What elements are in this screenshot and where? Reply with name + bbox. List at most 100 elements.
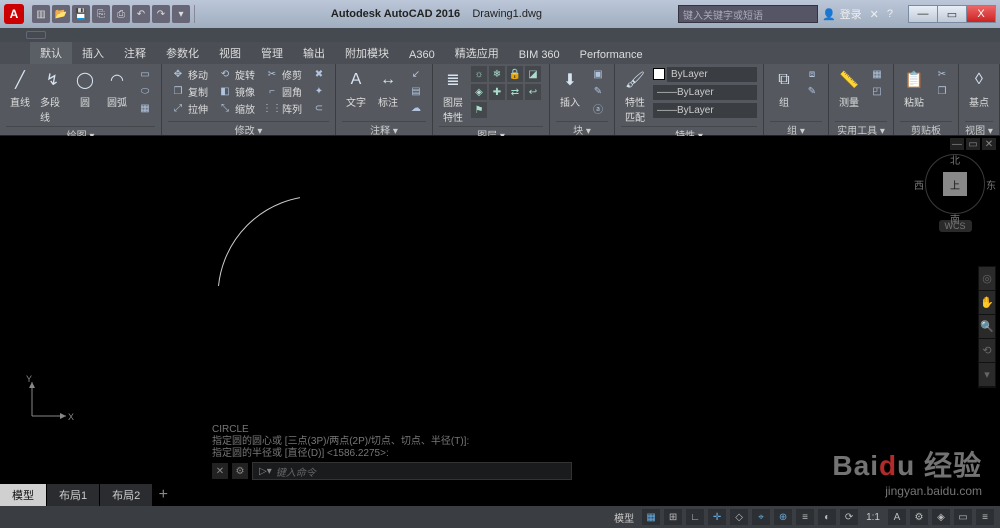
- layer-color-icon[interactable]: ◪: [525, 66, 541, 82]
- select-button[interactable]: ◰: [867, 83, 887, 99]
- doc-close-button[interactable]: ✕: [982, 138, 996, 150]
- tab-output[interactable]: 输出: [293, 42, 335, 64]
- calc-button[interactable]: ▦: [867, 66, 887, 82]
- status-grid-icon[interactable]: ▦: [642, 509, 660, 525]
- status-cycle-icon[interactable]: ⟳: [840, 509, 858, 525]
- nav-wheel-icon[interactable]: ◎: [979, 267, 995, 291]
- status-iso-icon[interactable]: ◈: [932, 509, 950, 525]
- polyline-button[interactable]: ↯多段线: [38, 66, 67, 126]
- qat-new-icon[interactable]: ▥: [32, 5, 50, 23]
- qat-open-icon[interactable]: 📂: [52, 5, 70, 23]
- tab-insert[interactable]: 插入: [72, 42, 114, 64]
- tab-manage[interactable]: 管理: [251, 42, 293, 64]
- signin-button[interactable]: 👤 登录: [822, 6, 862, 22]
- status-otrack-icon[interactable]: ⌖: [752, 509, 770, 525]
- layer-iso-icon[interactable]: ◈: [471, 84, 487, 100]
- matchprops-button[interactable]: 🖌特性 匹配: [621, 66, 649, 126]
- text-button[interactable]: A文字: [342, 66, 370, 111]
- explode-button[interactable]: ✦: [309, 83, 329, 99]
- layer-match-icon[interactable]: ⇄: [507, 84, 523, 100]
- layer-prev-icon[interactable]: ↩: [525, 84, 541, 100]
- qat-redo-icon[interactable]: ↷: [152, 5, 170, 23]
- qat-more-icon[interactable]: ▾: [172, 5, 190, 23]
- close-button[interactable]: X: [966, 5, 996, 23]
- groupedit-button[interactable]: ✎: [802, 83, 822, 99]
- qat-undo-icon[interactable]: ↶: [132, 5, 150, 23]
- status-dyn-icon[interactable]: ⊕: [774, 509, 792, 525]
- ellipse-button[interactable]: ⬭: [135, 83, 155, 99]
- arc-button[interactable]: ◠圆弧: [103, 66, 131, 111]
- command-input[interactable]: ▷▾ 键入命令: [252, 462, 572, 480]
- tab-featured[interactable]: 精选应用: [445, 42, 509, 64]
- file-menu-icon[interactable]: [26, 31, 46, 39]
- tab-a360[interactable]: A360: [399, 46, 445, 64]
- ucs-icon[interactable]: X Y: [24, 374, 74, 424]
- rotate-button[interactable]: ⟲旋转: [215, 66, 258, 82]
- viewcube-top[interactable]: 上: [943, 172, 967, 196]
- nav-show-icon[interactable]: ▾: [979, 363, 995, 387]
- lineweight-select[interactable]: —— ByLayer: [653, 85, 757, 100]
- panel-view-title[interactable]: 视图 ▾: [965, 121, 993, 135]
- layer-make-icon[interactable]: ✚: [489, 84, 505, 100]
- tab-parametric[interactable]: 参数化: [156, 42, 209, 64]
- layer-state-icon[interactable]: ⚑: [471, 102, 487, 118]
- doc-min-button[interactable]: —: [950, 138, 964, 150]
- qat-saveas-icon[interactable]: ⎘: [92, 5, 110, 23]
- qat-plot-icon[interactable]: ⎙: [112, 5, 130, 23]
- nav-orbit-icon[interactable]: ⟲: [979, 339, 995, 363]
- panel-clip-title[interactable]: 剪贴板: [900, 121, 952, 135]
- layerprops-button[interactable]: ≣图层 特性: [439, 66, 467, 126]
- layer-off-icon[interactable]: ☼: [471, 66, 487, 82]
- paste-button[interactable]: 📋粘贴: [900, 66, 928, 111]
- tab-view[interactable]: 视图: [209, 42, 251, 64]
- array-button[interactable]: ⋮⋮阵列: [262, 100, 305, 116]
- doc-max-button[interactable]: ▭: [966, 138, 980, 150]
- copyclip-button[interactable]: ❐: [932, 83, 952, 99]
- create-block-button[interactable]: ▣: [588, 66, 608, 82]
- minimize-button[interactable]: —: [908, 5, 938, 23]
- status-gear-icon[interactable]: ⚙: [910, 509, 928, 525]
- add-layout-button[interactable]: +: [153, 486, 173, 504]
- help-search-input[interactable]: 键入关键字或短语: [678, 5, 818, 23]
- move-button[interactable]: ✥移动: [168, 66, 211, 82]
- tab-performance[interactable]: Performance: [570, 46, 653, 64]
- layer-freeze-icon[interactable]: ❄: [489, 66, 505, 82]
- status-snap-icon[interactable]: ⊞: [664, 509, 682, 525]
- maximize-button[interactable]: ▭: [937, 5, 967, 23]
- color-select[interactable]: ByLayer: [667, 67, 757, 82]
- linetype-select[interactable]: —— ByLayer: [653, 103, 757, 118]
- copy-button[interactable]: ❐复制: [168, 83, 211, 99]
- status-clean-icon[interactable]: ▭: [954, 509, 972, 525]
- viewcube[interactable]: 北 西 上 东 南 WCS: [922, 154, 988, 244]
- cloud-button[interactable]: ☁: [406, 100, 426, 116]
- line-button[interactable]: ╱直线: [6, 66, 34, 111]
- status-anno-icon[interactable]: A: [888, 509, 906, 525]
- panel-group-title[interactable]: 组 ▾: [770, 121, 822, 135]
- compass-s[interactable]: 南: [950, 211, 960, 226]
- erase-button[interactable]: ✖: [309, 66, 329, 82]
- nav-pan-icon[interactable]: ✋: [979, 291, 995, 315]
- fillet-button[interactable]: ⌐圆角: [262, 83, 305, 99]
- qat-save-icon[interactable]: 💾: [72, 5, 90, 23]
- exchange-icon[interactable]: ✕: [870, 8, 879, 21]
- status-trans-icon[interactable]: ◐: [818, 509, 836, 525]
- tab-model[interactable]: 模型: [0, 484, 46, 506]
- tab-annotate[interactable]: 注释: [114, 42, 156, 64]
- stretch-button[interactable]: ⤢拉伸: [168, 100, 211, 116]
- dim-button[interactable]: ↔标注: [374, 66, 402, 111]
- compass-w[interactable]: 西: [914, 177, 924, 192]
- model-canvas[interactable]: [0, 136, 300, 286]
- panel-modify-title[interactable]: 修改 ▾: [168, 121, 329, 135]
- app-icon[interactable]: A: [4, 4, 24, 24]
- cmd-options-icon[interactable]: ⚙: [232, 463, 248, 479]
- tab-addins[interactable]: 附加模块: [335, 42, 399, 64]
- circle-button[interactable]: ◯圆: [71, 66, 99, 111]
- offset-button[interactable]: ⊂: [309, 100, 329, 116]
- rect-button[interactable]: ▭: [135, 66, 155, 82]
- layer-lock-icon[interactable]: 🔒: [507, 66, 523, 82]
- cmd-close-icon[interactable]: ✕: [212, 463, 228, 479]
- scale-button[interactable]: ⤡缩放: [215, 100, 258, 116]
- status-custom-icon[interactable]: ≡: [976, 509, 994, 525]
- status-space-label[interactable]: 模型: [610, 510, 638, 525]
- cut-button[interactable]: ✂: [932, 66, 952, 82]
